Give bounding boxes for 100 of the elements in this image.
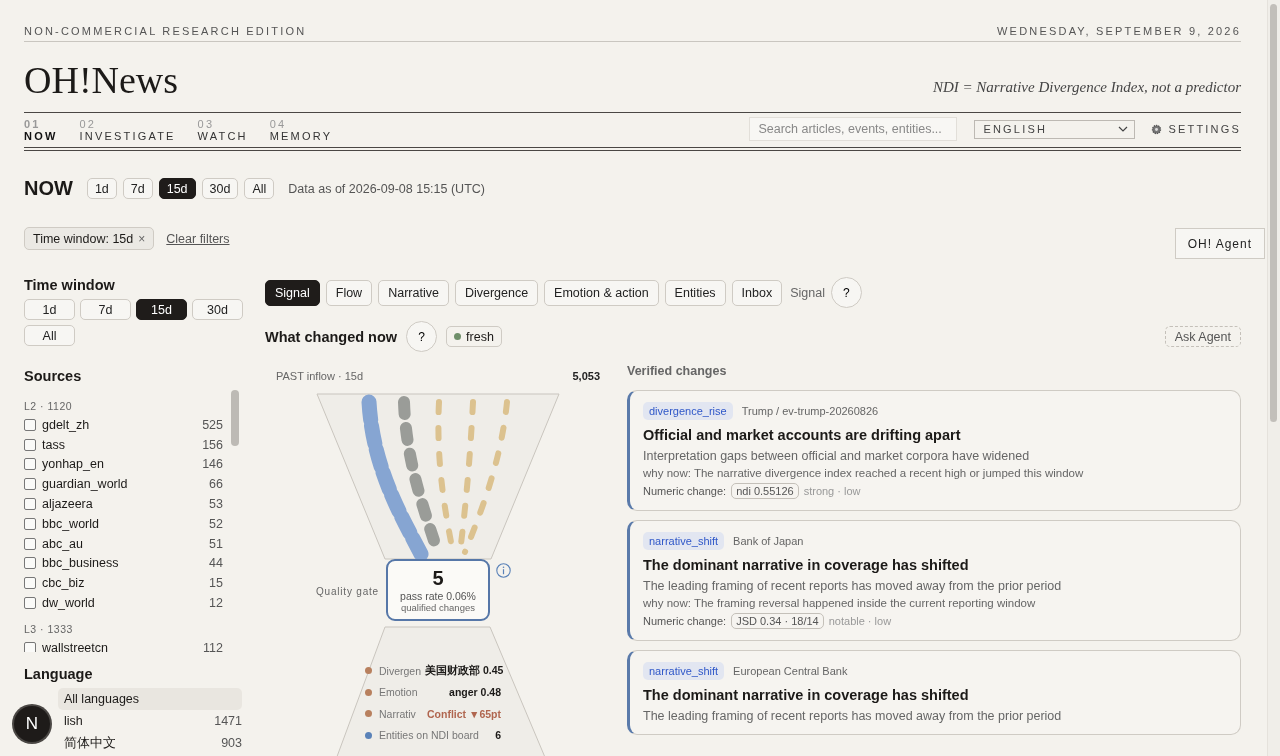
view-tab[interactable]: Flow: [325, 279, 373, 306]
legend-value: Conflict ▼65pt: [427, 707, 501, 720]
change-tag: narrative_shift: [643, 532, 725, 550]
change-card[interactable]: narrative_shift European Central Bank The dominant narrative in coverage has shifted The leading framing of recent reports has moved away from the prior period: [627, 650, 1241, 735]
view-tab[interactable]: Emotion & action: [544, 279, 659, 306]
source-name: wallstreetcn: [42, 640, 109, 652]
time-range-chip[interactable]: 1d: [24, 299, 75, 320]
clear-filters-link[interactable]: Clear filters: [166, 231, 230, 246]
time-range-chip[interactable]: 30d: [192, 299, 243, 320]
time-range-chip[interactable]: 30d: [201, 178, 239, 199]
section-heading: What changed now: [265, 328, 398, 345]
source-count: 53: [209, 497, 223, 512]
card-source: Trump / ev-trump-20260826: [741, 405, 879, 417]
source-count: 112: [203, 640, 223, 652]
card-title: Official and market accounts are drifting apart: [643, 427, 962, 443]
time-range-chip[interactable]: All: [24, 325, 75, 346]
time-range-chip[interactable]: 15d: [136, 299, 187, 320]
card-summary: Interpretation gaps between official and market corpora have widened: [643, 449, 1031, 463]
tagline: NDI = Narrative Divergence Index, not a predictor: [932, 79, 1241, 97]
change-card[interactable]: [627, 520, 1241, 641]
checkbox[interactable]: [24, 641, 36, 652]
checkbox[interactable]: [24, 458, 36, 471]
card-title: The dominant narrative in coverage has shifted: [643, 687, 970, 703]
time-range-chip[interactable]: 7d: [122, 178, 153, 199]
checkbox[interactable]: [24, 478, 36, 491]
page-title: NOW: [24, 177, 73, 200]
gate-caption: qualified changes: [401, 602, 475, 613]
group-label: L2 · 1120: [24, 400, 74, 412]
language-dropdown[interactable]: ENGLISH: [974, 119, 1136, 139]
why-now-text: why now: The framing reversal happened inside the current reporting window: [643, 597, 1037, 609]
view-tab[interactable]: Inbox: [731, 279, 783, 306]
section-heading: Time window: [24, 277, 116, 293]
legend-label: Narrativ: [379, 707, 416, 720]
tab-caption: Signal: [790, 285, 825, 300]
checkbox[interactable]: [24, 418, 36, 431]
time-range-chip[interactable]: 1d: [86, 178, 117, 199]
time-range-chip[interactable]: All: [244, 178, 275, 199]
checkbox[interactable]: [24, 557, 36, 570]
pass-rate: pass rate 0.06%: [400, 590, 476, 602]
card-summary: The leading framing of recent reports has moved away from the prior period: [643, 579, 1063, 593]
view-tab[interactable]: Narrative: [378, 279, 449, 306]
source-count: 12: [209, 596, 223, 611]
ask-agent-button[interactable]: Ask Agent: [1164, 326, 1241, 347]
legend-value: 6: [495, 729, 501, 742]
legend-label: Entities on NDI board: [379, 729, 479, 742]
settings-button[interactable]: SETTINGS: [1151, 123, 1241, 135]
change-tag: divergence_rise: [643, 402, 733, 420]
agent-button[interactable]: OH! Agent: [1174, 228, 1265, 259]
date-label: WEDNESDAY, SEPTEMBER 9, 2026: [997, 25, 1241, 37]
chevron-down-icon: [1118, 126, 1129, 132]
change-card[interactable]: [627, 390, 1241, 511]
info-icon[interactable]: [496, 563, 511, 578]
gate-count: 5: [432, 567, 444, 590]
source-count: 156: [202, 437, 223, 452]
checkbox[interactable]: [24, 537, 36, 550]
time-range-chip[interactable]: 7d: [80, 299, 131, 320]
view-tab[interactable]: Entities: [664, 279, 726, 306]
search-field[interactable]: Search articles, events, entities...: [749, 117, 958, 141]
numeric-label: Numeric change:: [643, 485, 727, 497]
change-tag: narrative_shift: [643, 662, 725, 680]
source-name: yonhap_en: [42, 457, 105, 472]
time-range-chip[interactable]: 15d: [158, 178, 196, 199]
inflow-count: 5,053: [572, 370, 600, 382]
nav-tab[interactable]: 04 MEMORY: [269, 113, 333, 145]
card-source: European Central Bank: [733, 665, 848, 677]
checkbox[interactable]: [24, 438, 36, 451]
source-name: bbc_business: [42, 556, 120, 571]
scrollbar[interactable]: [231, 390, 239, 446]
source-count: 146: [202, 457, 223, 472]
source-name: abc_au: [42, 536, 84, 551]
checkbox[interactable]: [24, 577, 36, 590]
inflow-label: PAST inflow · 15d: [276, 370, 364, 382]
source-name: gdelt_zh: [42, 417, 91, 432]
status-badge: fresh: [446, 326, 502, 347]
source-count: 44: [209, 556, 223, 571]
filter-chip[interactable]: Time window: 15d ×: [24, 227, 155, 250]
checkbox[interactable]: [24, 498, 36, 511]
checkbox[interactable]: [24, 517, 36, 530]
nav-tab[interactable]: 02 INVESTIGATE: [79, 113, 176, 145]
help-button[interactable]: ?: [406, 321, 438, 352]
legend-label: Divergen: [379, 664, 422, 677]
view-tab[interactable]: Signal: [265, 279, 320, 306]
strength-label: strong · low: [803, 485, 861, 497]
nav-tab[interactable]: 03 WATCH: [197, 113, 248, 145]
language-item[interactable]: 简体中文 903: [58, 732, 242, 754]
nav-tab[interactable]: 01 NOW: [24, 113, 58, 145]
scrollbar[interactable]: [1267, 0, 1280, 756]
section-heading: Sources: [24, 368, 83, 384]
numeric-label: Numeric change:: [643, 615, 727, 627]
help-button[interactable]: ?: [830, 277, 862, 308]
data-timestamp: Data as of 2026-09-08 15:15 (UTC): [288, 181, 485, 196]
language-item[interactable]: lish 1471: [58, 710, 242, 732]
settings-icon: [1151, 123, 1163, 135]
avatar-button[interactable]: N: [14, 706, 50, 742]
source-name: aljazeera: [42, 497, 94, 512]
language-item[interactable]: All languages: [58, 688, 242, 710]
section-heading: Language: [24, 666, 94, 682]
legend-label: Emotion: [379, 686, 418, 699]
checkbox[interactable]: [24, 597, 36, 610]
view-tab[interactable]: Divergence: [454, 279, 539, 306]
